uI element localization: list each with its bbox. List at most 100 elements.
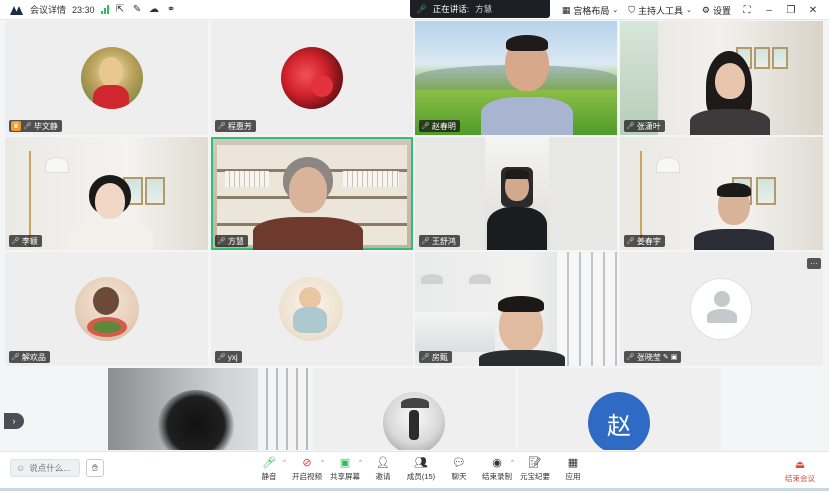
chat-input-box[interactable]: ☺ xyxy=(10,459,80,477)
video-tile[interactable]: 🎤︎ 王舒鸿 xyxy=(415,137,617,250)
avatar xyxy=(281,47,343,109)
default-avatar xyxy=(690,278,752,340)
mute-button[interactable]: 🎤︎ 静音 ^ xyxy=(250,455,288,482)
person-body xyxy=(690,109,770,135)
bookshelf-books xyxy=(225,171,269,187)
person-body xyxy=(694,229,774,250)
participant-name-tag: 🎤︎ 方慧 xyxy=(215,235,248,247)
avatar xyxy=(75,277,139,341)
chevron-up-icon[interactable]: ^ xyxy=(511,460,514,466)
person-hair xyxy=(505,169,529,179)
video-tile[interactable]: 赵 xyxy=(518,368,721,450)
mic-icon: 🎤︎ xyxy=(11,238,20,245)
share-screen-icon: ▣ xyxy=(339,456,351,469)
layout-button[interactable]: ▦ 宫格布局 ⌄ xyxy=(562,4,618,17)
smile-icon: ☺ xyxy=(16,463,26,473)
window-blinds xyxy=(258,368,311,450)
wall-picture xyxy=(772,47,788,69)
person-body xyxy=(479,350,565,366)
speaking-name: 方慧 xyxy=(475,4,493,14)
person-body xyxy=(253,217,363,250)
video-tile[interactable] xyxy=(313,368,516,450)
ceiling-lamp xyxy=(421,274,443,284)
participant-name-tag: 🎤︎ 张晓莹 ✎ ▣ xyxy=(624,351,682,363)
video-tile[interactable]: 🎤︎ 姜春宇 xyxy=(620,137,823,250)
mic-icon: 🎤︎ xyxy=(217,123,226,130)
chevron-up-icon[interactable]: ^ xyxy=(283,460,286,466)
video-tile[interactable]: 🎤︎ 张晓莹 ✎ ▣ xyxy=(620,252,823,366)
video-tile[interactable]: 🎤︎ 李颖 xyxy=(5,137,208,250)
record-icon: ◉ xyxy=(492,456,502,469)
avatar xyxy=(383,392,445,450)
lamp-shade xyxy=(656,157,680,173)
wall-picture xyxy=(754,47,770,69)
invite-button[interactable]: 👤︎ 邀请 xyxy=(364,455,402,482)
chat-input[interactable] xyxy=(29,463,80,473)
video-tile[interactable]: 🎤︎ 张潇叶 xyxy=(620,21,823,135)
participant-name-tag: 🎤︎ 解欢品 xyxy=(9,351,50,363)
person-head xyxy=(289,167,327,213)
lamp-shade xyxy=(45,157,69,173)
mic-icon: 🎤︎ xyxy=(626,238,635,245)
video-tile[interactable]: 🎤︎ 赵春明 xyxy=(415,21,617,135)
ceiling-lamp xyxy=(469,274,491,284)
video-tile[interactable]: 🎤︎ 程惠芳 xyxy=(211,21,413,135)
avatar-letter: 赵 xyxy=(607,412,631,440)
maximize-icon[interactable]: ❐ xyxy=(785,5,797,16)
screen-icon: ▣ xyxy=(670,354,678,361)
participant-name-tag: 🎤︎ 姜春宇 xyxy=(624,235,665,247)
signal-icon xyxy=(100,5,109,14)
meeting-info-link[interactable]: 会议详情 xyxy=(30,3,66,16)
video-button[interactable]: ⊘ 开启视频 ^ xyxy=(288,455,326,482)
chevron-up-icon[interactable]: ^ xyxy=(359,460,362,466)
person-hair xyxy=(498,296,544,312)
share-screen-button[interactable]: ▣ 共享屏幕 ^ xyxy=(326,455,364,482)
raise-hand-icon[interactable]: ✋︎ xyxy=(86,459,104,477)
host-icon: ♛ xyxy=(11,121,21,131)
mic-icon: 🎤︎ xyxy=(217,238,226,245)
settings-button[interactable]: ⚙ 设置 xyxy=(702,4,731,17)
video-tile[interactable]: 🎤︎ 房甄 xyxy=(415,252,617,366)
members-button[interactable]: 👥︎ 成员(15) xyxy=(402,455,440,482)
chat-button[interactable]: 💬︎ 聊天 xyxy=(440,455,478,482)
speaking-label: 正在讲话: xyxy=(432,4,470,14)
cloud-icon[interactable]: ☁ xyxy=(149,4,160,15)
participant-name-tag: 🎤︎ yxj xyxy=(215,351,242,363)
fullscreen-icon[interactable]: ⛶ xyxy=(741,5,753,16)
members-icon: 👥︎ xyxy=(414,456,428,469)
bookshelf-books xyxy=(343,171,399,187)
mic-icon: 🎤︎ xyxy=(626,354,635,361)
apps-button[interactable]: ▦ 应用 xyxy=(554,455,592,482)
bottom-toolbar: ☺ ✋︎ 🎤︎ 静音 ^ ⊘ 开启视频 ^ ▣ 共享屏幕 ^ 👤︎ 邀请 👥︎ … xyxy=(0,451,829,491)
host-tools-button[interactable]: ⛉ 主持人工具 ⌄ xyxy=(628,4,692,17)
popout-icon[interactable]: ⇱ xyxy=(115,4,126,15)
chevron-right-icon[interactable]: › xyxy=(4,413,24,429)
more-options-icon[interactable]: ··· xyxy=(807,258,821,269)
end-meeting-button[interactable]: ⏏ 结束会议 xyxy=(785,457,815,484)
mic-icon: 🎤︎ xyxy=(217,354,226,361)
person-body xyxy=(487,207,547,250)
lamp xyxy=(29,151,31,247)
close-icon[interactable]: ✕ xyxy=(807,5,819,16)
participant-name-tag: 🎤︎ 程惠芳 xyxy=(215,120,256,132)
video-tile[interactable]: ♛ 🎤︎ 毕文静 xyxy=(5,21,208,135)
video-tile[interactable]: 🎤︎ yxj xyxy=(211,252,413,366)
no-pen-icon[interactable]: ✎ xyxy=(132,4,143,15)
chevron-down-icon: ⌄ xyxy=(612,7,619,14)
person-hair xyxy=(717,183,751,197)
people-link-icon[interactable]: ⚭ xyxy=(166,4,177,15)
person-body xyxy=(67,223,153,250)
add-user-icon: 👤︎ xyxy=(376,456,390,469)
desk xyxy=(415,312,495,352)
video-tile-active-speaker[interactable]: 🎤︎ 方慧 xyxy=(211,137,413,250)
video-tile[interactable] xyxy=(108,368,311,450)
record-button[interactable]: ◉ 结束录制 ^ xyxy=(478,455,516,482)
mic-icon: 🎤︎ xyxy=(626,123,635,130)
minimize-icon[interactable]: – xyxy=(763,5,775,16)
mic-icon: 🎤︎ xyxy=(421,238,430,245)
video-tile[interactable]: 🎤︎ 解欢品 xyxy=(5,252,208,366)
mic-icon: 🎤︎ xyxy=(416,3,427,14)
wall-picture xyxy=(756,177,776,205)
chevron-up-icon[interactable]: ^ xyxy=(321,460,324,466)
minutes-button[interactable]: 📝︎ 元宝纪要 xyxy=(516,455,554,482)
